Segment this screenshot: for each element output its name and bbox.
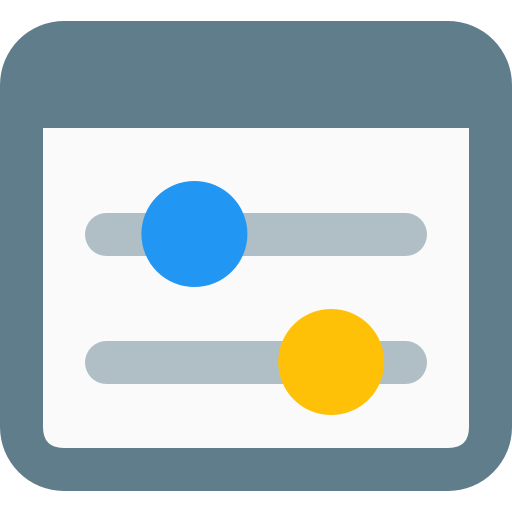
settings-sliders-icon [0, 0, 512, 512]
slider-track-top [85, 213, 427, 256]
slider-knob-bottom[interactable] [278, 309, 385, 415]
slider-knob-top[interactable] [141, 181, 248, 287]
window-content-area [43, 128, 469, 448]
window-settings-icon [0, 21, 512, 491]
